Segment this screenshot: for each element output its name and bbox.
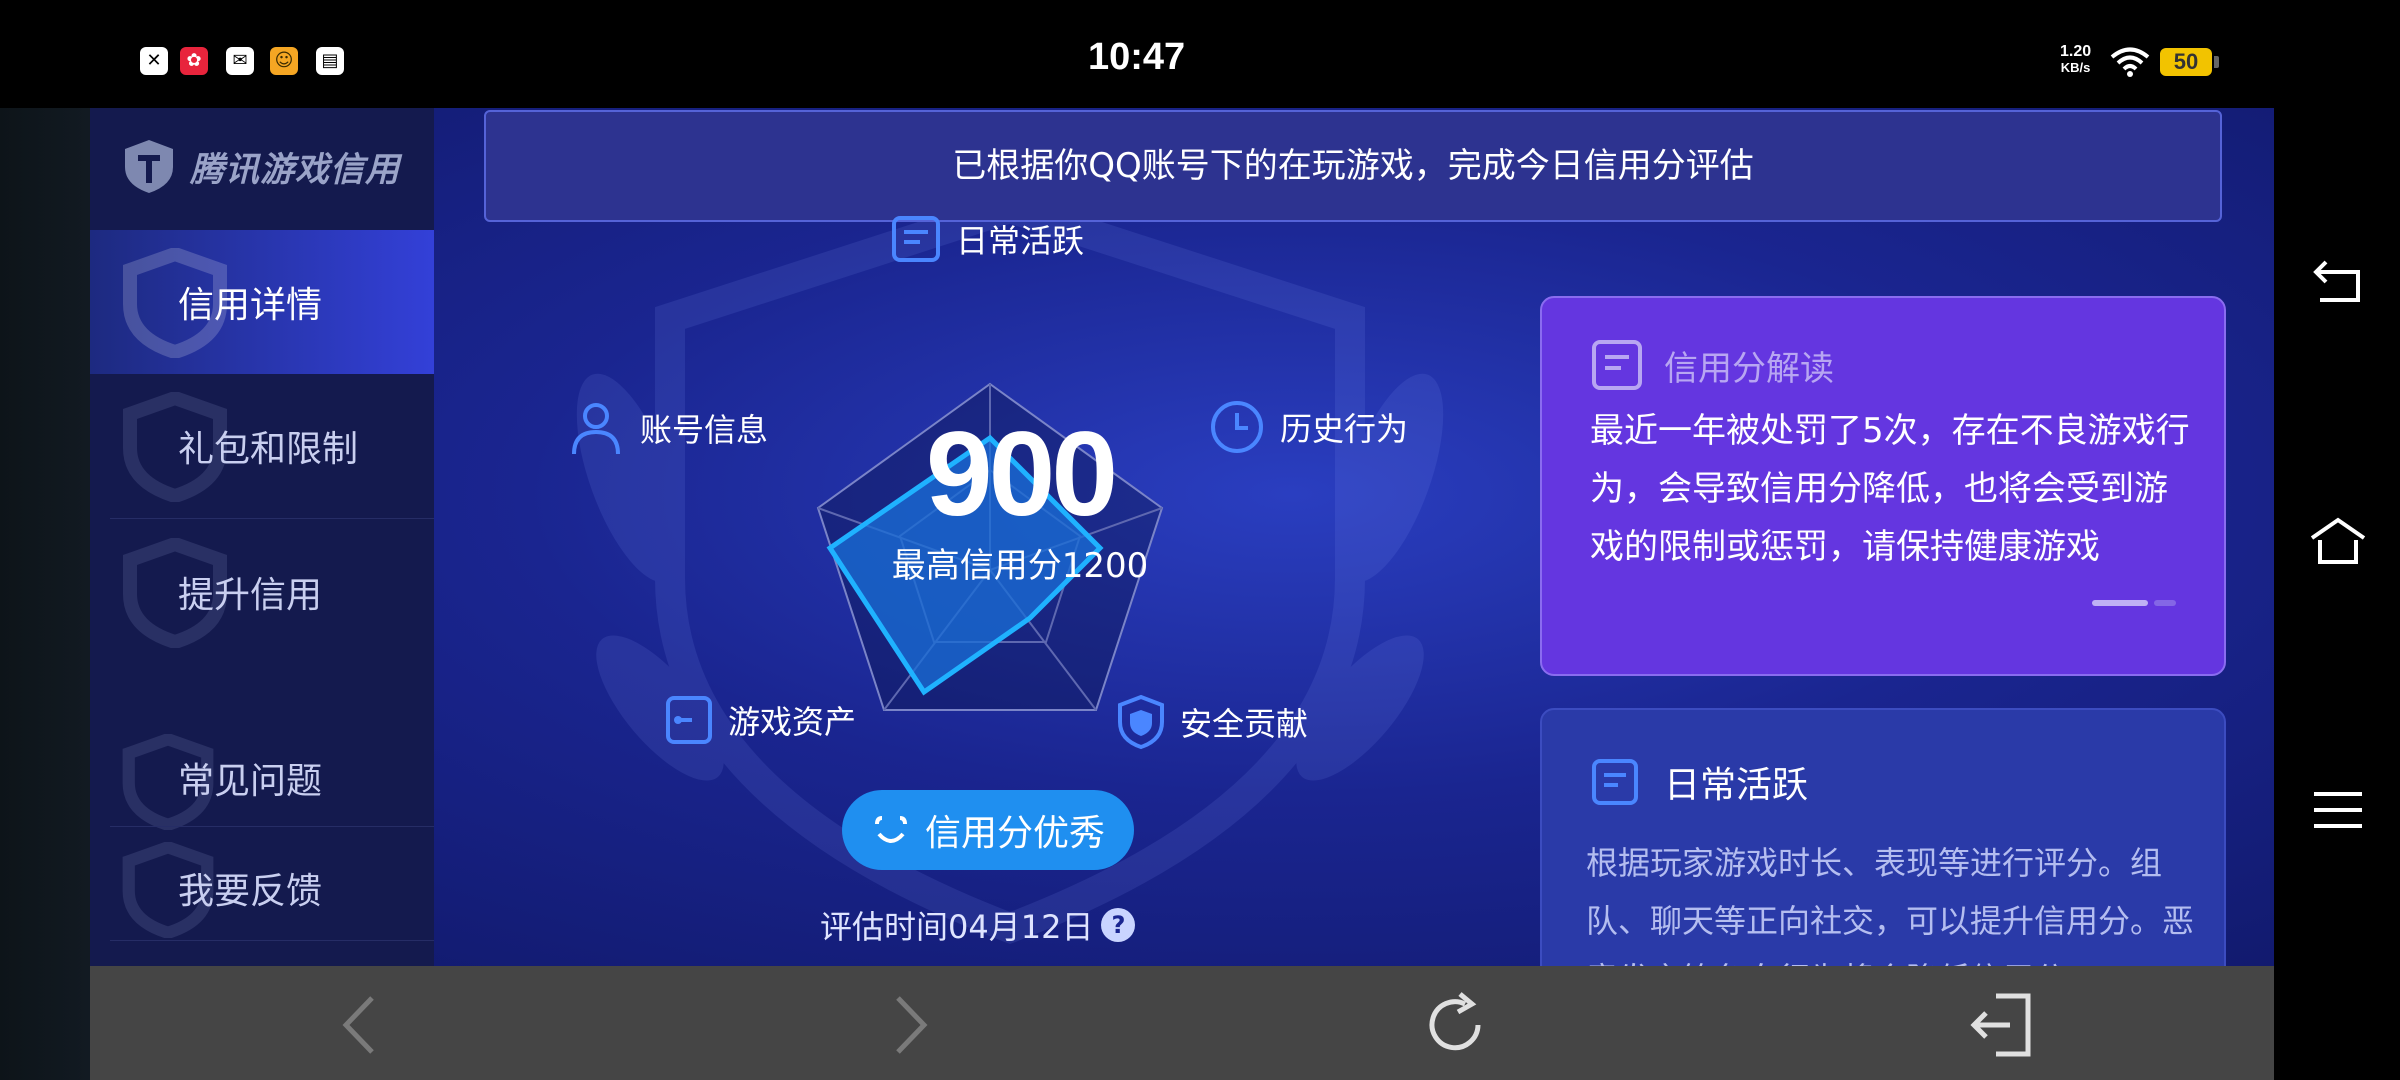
- wifi-icon: [2110, 47, 2150, 77]
- sidebar-item-label: 我要反馈: [178, 871, 323, 912]
- card-body: 最近一年被处罚了5次，存在不良游戏行为，会导致信用分降低，也将会受到游戏的限制或…: [1590, 411, 2190, 567]
- help-icon[interactable]: ?: [1101, 908, 1136, 942]
- left-edge: [0, 108, 90, 1080]
- back-icon[interactable]: [328, 990, 398, 1060]
- card-title: 日常活跃: [1590, 756, 1808, 808]
- sidebar-divider: [110, 518, 434, 519]
- radar-label-assets[interactable]: 游戏资产: [664, 694, 856, 746]
- wallet-icon: [666, 696, 712, 744]
- document-icon: [1592, 340, 1642, 390]
- smile-icon: [874, 816, 907, 843]
- sidebar-item-feedback[interactable]: 我要反馈: [90, 828, 434, 940]
- system-navigation: [2274, 108, 2400, 1080]
- document-icon: [892, 216, 940, 262]
- evaluation-time-text: 评估时间04月12日: [820, 908, 1094, 946]
- game-app-icon: ☺: [270, 47, 298, 75]
- browser-toolbar: [90, 966, 2274, 1080]
- sidebar-item-faq[interactable]: 常见问题: [90, 718, 434, 830]
- back-icon[interactable]: [2308, 254, 2368, 314]
- credit-rating-label: 信用分优秀: [924, 813, 1105, 854]
- card-title: 信用分解读: [1590, 338, 1834, 392]
- radar-label-history[interactable]: 历史行为: [1208, 398, 1408, 456]
- sidebar-divider: [110, 940, 434, 941]
- card-body: 根据玩家游戏时长、表现等进行评分。组队、聊天等正向社交，可以提升信用分。恶意发言…: [1586, 844, 2195, 966]
- radar-label-text: 账号信息: [640, 411, 769, 449]
- card-app-icon: ▤: [316, 47, 344, 75]
- credit-score: 900: [925, 407, 1118, 541]
- x-app-icon: ✕: [140, 47, 168, 75]
- credit-interpretation-card: 信用分解读 最近一年被处罚了5次，存在不良游戏行为，会导致信用分降低，也将会受到…: [1540, 296, 2226, 676]
- radar-label-daily[interactable]: 日常活跃: [890, 214, 1084, 264]
- radar-label-text: 安全贡献: [1180, 705, 1309, 743]
- logo: 腾讯游戏信用: [120, 136, 400, 196]
- card-page-indicator: [2154, 600, 2176, 606]
- network-speed: 1.20 KB/s: [2060, 44, 2091, 76]
- evaluation-time: 评估时间04月12日 ?: [820, 902, 1160, 948]
- daily-activity-card: 日常活跃 根据玩家游戏时长、表现等进行评分。组队、聊天等正向社交，可以提升信用分…: [1540, 708, 2226, 966]
- shield-icon: [1118, 694, 1164, 750]
- card-title-text: 日常活跃: [1664, 765, 1809, 806]
- radar-label-text: 日常活跃: [956, 222, 1085, 260]
- logo-text: 腾讯游戏信用: [190, 149, 400, 190]
- sidebar-item-label: 常见问题: [178, 761, 323, 802]
- status-bar: ✕ ✿ ✉ ☺ ▤ 10:47 1.20 KB/s 50: [0, 0, 2400, 108]
- user-icon: [572, 403, 620, 455]
- sidebar: 腾讯游戏信用 信用详情 礼包和限制 提升信用 常见问题 我要反馈: [90, 108, 434, 966]
- menu-icon[interactable]: [2308, 780, 2368, 840]
- radar-label-text: 游戏资产: [728, 703, 857, 741]
- forward-icon[interactable]: [872, 990, 942, 1060]
- home-icon[interactable]: [2308, 510, 2368, 570]
- sidebar-divider: [110, 826, 434, 827]
- evaluation-banner: 已根据你QQ账号下的在玩游戏，完成今日信用分评估: [484, 110, 2222, 222]
- refresh-icon[interactable]: [1420, 990, 1490, 1060]
- app-window: 腾讯游戏信用 信用详情 礼包和限制 提升信用 常见问题 我要反馈 已根据你QQ账…: [90, 108, 2274, 966]
- mail-app-icon: ✉: [226, 47, 254, 75]
- sidebar-item-label: 提升信用: [178, 575, 323, 616]
- credit-rating-button[interactable]: 信用分优秀: [842, 790, 1134, 870]
- battery-level: 50: [2160, 48, 2212, 76]
- sidebar-item-label: 礼包和限制: [178, 429, 359, 470]
- exit-icon[interactable]: [1966, 990, 2036, 1060]
- max-score-text: 最高信用分1200: [891, 546, 1149, 586]
- network-speed-unit: KB/s: [2060, 60, 2091, 75]
- sidebar-item-label: 信用详情: [178, 285, 323, 326]
- sidebar-item-credit-details[interactable]: 信用详情: [90, 230, 434, 374]
- network-speed-value: 1.20: [2060, 43, 2092, 60]
- clock-icon: [1211, 401, 1263, 453]
- sidebar-item-improve-credit[interactable]: 提升信用: [90, 520, 434, 664]
- status-clock: 10:47: [1088, 36, 1186, 78]
- radar-label-account[interactable]: 账号信息: [566, 398, 768, 458]
- card-title-text: 信用分解读: [1664, 348, 1834, 389]
- battery-tip: [2214, 56, 2219, 68]
- card-page-indicator-active: [2092, 600, 2148, 606]
- radar-label-text: 历史行为: [1280, 410, 1409, 448]
- red-app-icon: ✿: [180, 47, 208, 75]
- radar-label-security[interactable]: 安全贡献: [1116, 694, 1308, 750]
- sidebar-item-gifts-restrictions[interactable]: 礼包和限制: [90, 374, 434, 518]
- tencent-credit-logo-icon: [125, 140, 173, 193]
- document-icon: [1592, 759, 1638, 805]
